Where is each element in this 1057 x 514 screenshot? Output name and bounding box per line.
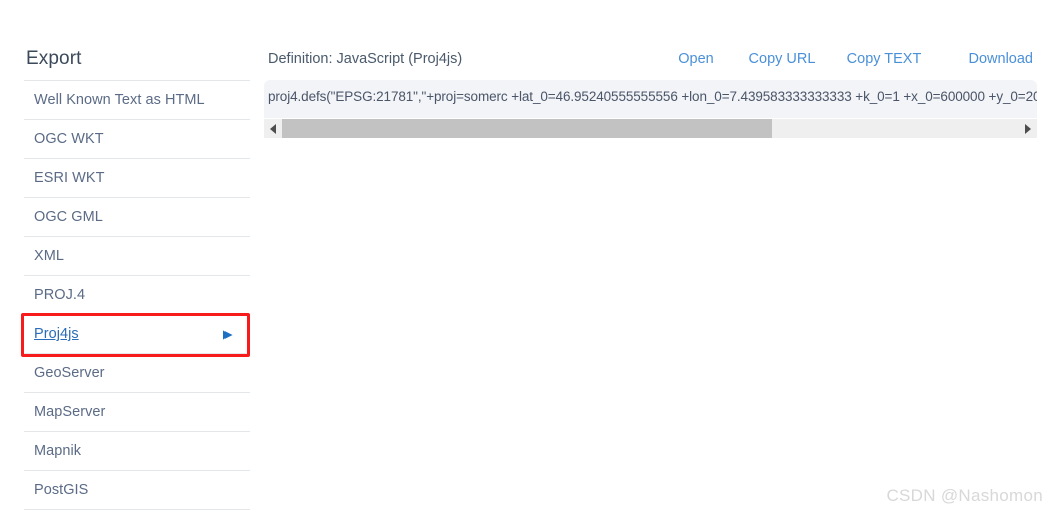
sidebar-item-label: XML [34,248,64,264]
sidebar-item-xml[interactable]: XML [24,236,250,275]
sidebar-item-label: OGC WKT [34,131,104,147]
scroll-right-button[interactable] [1019,119,1037,138]
definition-panel: Definition: JavaScript (Proj4js) Open Co… [262,0,1057,514]
page-title: Export [26,48,82,69]
sidebar-item-label: Well Known Text as HTML [34,92,205,108]
sidebar-item-mapnik[interactable]: Mapnik [24,431,250,470]
sidebar-item-label: MapServer [34,404,106,420]
sidebar-item-label: PROJ.4 [34,287,86,303]
sidebar-item-label: Mapnik [34,443,82,459]
sidebar-item-proj4js[interactable]: Proj4js [24,314,250,353]
sidebar-item-esri-wkt[interactable]: ESRI WKT [24,158,250,197]
definition-header: Definition: JavaScript (Proj4js) Open Co… [262,48,1035,72]
download-link[interactable]: Download [935,48,1035,70]
sidebar-list-bottom-divider [24,509,250,510]
definition-code-box[interactable]: proj4.defs("EPSG:21781","+proj=somerc +l… [264,80,1037,118]
triangle-right-icon [222,328,234,340]
sidebar-item-postgis[interactable]: PostGIS [24,470,250,509]
action-links: Open Copy URL Copy TEXT Download [661,48,1035,70]
scrollbar-track[interactable] [282,119,1019,138]
scroll-left-button[interactable] [264,119,282,138]
sidebar-item-well-known-text-as-html[interactable]: Well Known Text as HTML [24,80,250,119]
copy-text-link[interactable]: Copy TEXT [833,48,935,70]
sidebar-item-ogc-gml[interactable]: OGC GML [24,197,250,236]
sidebar-item-label: PostGIS [34,482,89,498]
triangle-right-icon [1025,123,1031,134]
definition-code-text: proj4.defs("EPSG:21781","+proj=somerc +l… [268,89,1037,104]
definition-title: Definition: JavaScript (Proj4js) [268,51,463,67]
export-sidebar: Export Well Known Text as HTML OGC WKT E… [24,48,250,510]
sidebar-item-ogc-wkt[interactable]: OGC WKT [24,119,250,158]
triangle-left-icon [270,123,276,134]
copy-url-link[interactable]: Copy URL [731,48,833,70]
sidebar-item-geoserver[interactable]: GeoServer [24,353,250,392]
watermark: CSDN @Nashomon [886,486,1043,505]
open-link[interactable]: Open [661,48,731,70]
sidebar-item-mapserver[interactable]: MapServer [24,392,250,431]
scrollbar-thumb[interactable] [282,119,773,138]
horizontal-scrollbar[interactable] [264,119,1037,139]
sidebar-item-label: OGC GML [34,209,103,225]
sidebar-item-proj-4[interactable]: PROJ.4 [24,275,250,314]
sidebar-item-label: Proj4js [34,326,79,342]
sidebar-item-label: GeoServer [34,365,105,381]
sidebar-item-label: ESRI WKT [34,170,105,186]
